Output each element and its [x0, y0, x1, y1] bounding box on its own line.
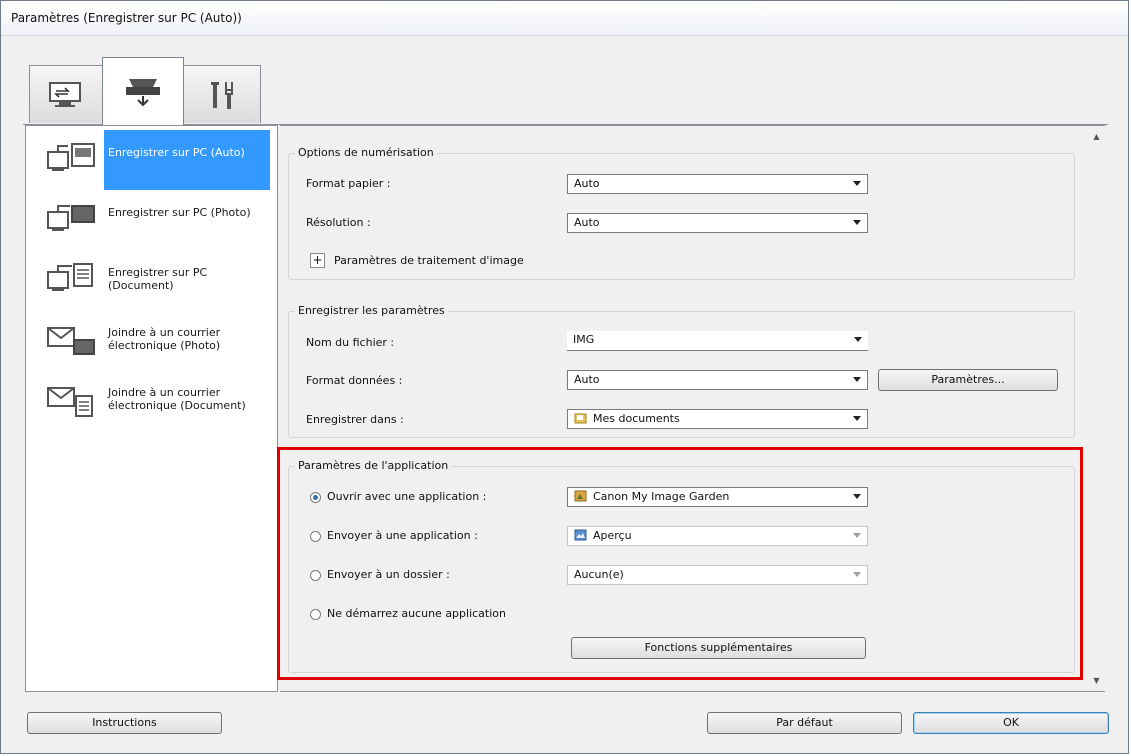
send-to-folder-value: Aucun(e) — [574, 568, 624, 581]
tab-general-settings[interactable] — [183, 65, 261, 123]
save-pc-photo-icon — [47, 205, 95, 231]
data-format-select[interactable]: Auto — [567, 370, 868, 390]
expand-image-processing-button[interactable]: + — [310, 253, 325, 268]
send-to-app-value: Aperçu — [593, 529, 632, 542]
list-item-label: Enregistrer sur PC (Document) — [108, 266, 208, 292]
preview-icon — [574, 529, 587, 541]
list-item-email-document[interactable]: Joindre à un courrier électronique (Docu… — [26, 370, 277, 430]
send-to-app-radio[interactable] — [310, 531, 321, 542]
data-format-label: Format données : — [306, 374, 403, 387]
send-to-app-label: Envoyer à une application : — [327, 529, 478, 542]
ok-button[interactable]: OK — [913, 712, 1109, 734]
save-in-value: Mes documents — [593, 412, 680, 425]
more-functions-button[interactable]: Fonctions supplémentaires — [571, 637, 866, 659]
scan-type-list: Enregistrer sur PC (Auto) Enregistrer su… — [25, 125, 278, 692]
instructions-button[interactable]: Instructions — [27, 712, 222, 734]
list-item-save-pc-document[interactable]: Enregistrer sur PC (Document) — [26, 250, 277, 310]
scroll-down-icon[interactable]: ▼ — [1088, 672, 1105, 689]
filename-value: IMG — [573, 333, 595, 346]
no-app-label: Ne démarrez aucune application — [327, 607, 506, 620]
send-to-folder-label: Envoyer à un dossier : — [327, 568, 450, 581]
tools-icon — [211, 81, 233, 109]
email-photo-icon — [47, 327, 95, 355]
default-button[interactable]: Par défaut — [707, 712, 902, 734]
email-document-icon — [47, 387, 93, 417]
chevron-down-icon — [853, 416, 861, 421]
settings-button[interactable]: Paramètres... — [878, 369, 1058, 391]
filename-input[interactable]: IMG — [567, 331, 868, 351]
open-with-app-value: Canon My Image Garden — [593, 490, 730, 503]
paper-format-label: Format papier : — [306, 177, 391, 190]
list-item-label: Enregistrer sur PC (Auto) — [104, 130, 270, 190]
scanner-icon — [126, 78, 160, 106]
scroll-up-icon[interactable]: ▲ — [1088, 128, 1105, 145]
list-item-save-pc-auto[interactable]: Enregistrer sur PC (Auto) — [26, 130, 277, 190]
resolution-label: Résolution : — [306, 216, 371, 229]
chevron-down-icon — [853, 377, 861, 382]
send-to-app-select[interactable]: Aperçu — [567, 526, 868, 546]
paper-format-value: Auto — [574, 177, 600, 190]
chevron-down-icon — [853, 572, 861, 577]
tab-scan-from-computer[interactable] — [29, 65, 103, 123]
send-to-folder-radio[interactable] — [310, 570, 321, 581]
send-to-folder-select[interactable]: Aucun(e) — [567, 565, 868, 585]
image-garden-icon — [574, 490, 587, 502]
list-item-email-photo[interactable]: Joindre à un courrier électronique (Phot… — [26, 310, 277, 370]
window-title: Paramètres (Enregistrer sur PC (Auto)) — [11, 11, 242, 25]
chevron-down-icon — [853, 494, 861, 499]
save-in-select[interactable]: Mes documents — [567, 409, 868, 429]
group-title: Options de numérisation — [295, 146, 437, 159]
chevron-down-icon — [853, 181, 861, 186]
open-with-app-radio[interactable] — [310, 492, 321, 503]
list-item-label: Enregistrer sur PC (Photo) — [108, 206, 251, 219]
open-with-app-label: Ouvrir avec une application : — [327, 490, 487, 503]
chevron-down-icon — [853, 533, 861, 538]
resolution-select[interactable]: Auto — [567, 213, 868, 233]
no-app-radio[interactable] — [310, 609, 321, 620]
list-item-label: Joindre à un courrier électronique (Docu… — [108, 386, 246, 412]
chevron-down-icon — [854, 337, 862, 342]
tab-scan-from-operation-panel[interactable] — [102, 57, 184, 125]
group-title: Paramètres de l'application — [295, 459, 452, 472]
list-item-save-pc-photo[interactable]: Enregistrer sur PC (Photo) — [26, 190, 277, 250]
save-pc-document-icon — [47, 263, 93, 291]
computer-scan-icon — [49, 81, 81, 107]
list-item-label: Joindre à un courrier électronique (Phot… — [108, 326, 221, 352]
save-pc-auto-icon — [47, 143, 95, 171]
group-title: Enregistrer les paramètres — [295, 304, 448, 317]
save-in-label: Enregistrer dans : — [306, 413, 404, 426]
data-format-value: Auto — [574, 373, 600, 386]
filename-label: Nom du fichier : — [306, 336, 395, 349]
paper-format-select[interactable]: Auto — [567, 174, 868, 194]
open-with-app-select[interactable]: Canon My Image Garden — [567, 487, 868, 507]
chevron-down-icon — [853, 220, 861, 225]
resolution-value: Auto — [574, 216, 600, 229]
vertical-scrollbar[interactable]: ▲ ▼ — [1088, 126, 1105, 691]
plus-icon: + — [312, 253, 323, 267]
folder-icon — [574, 413, 587, 424]
settings-window: Paramètres (Enregistrer sur PC (Auto)) E… — [0, 0, 1129, 754]
image-processing-label: Paramètres de traitement d'image — [334, 254, 524, 267]
title-bar: Paramètres (Enregistrer sur PC (Auto)) — [1, 1, 1128, 36]
